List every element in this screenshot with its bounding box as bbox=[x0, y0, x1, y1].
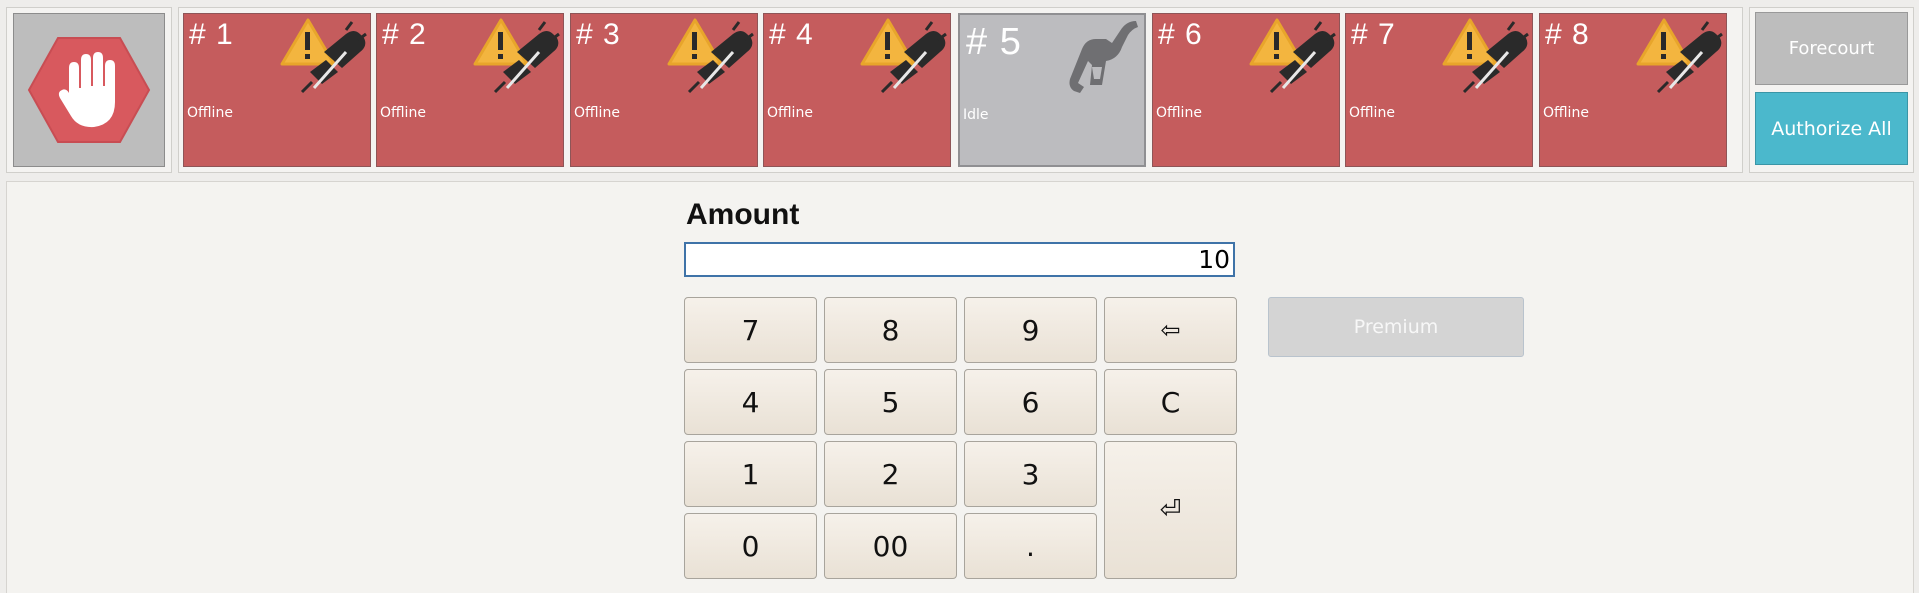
pump-7-button[interactable]: # 7 Offline bbox=[1345, 13, 1533, 167]
key-8-button[interactable]: 8 bbox=[824, 297, 957, 363]
pump-4-button[interactable]: # 4 Offline bbox=[763, 13, 951, 167]
forecourt-actions-panel: Forecourt Authorize All bbox=[1749, 7, 1914, 173]
offline-warning-plug-icon bbox=[1442, 18, 1529, 94]
pump-status: Offline bbox=[380, 105, 426, 121]
pump-number: # 3 bbox=[576, 18, 621, 51]
key-7-button[interactable]: 7 bbox=[684, 297, 817, 363]
key-5-button[interactable]: 5 bbox=[824, 369, 957, 435]
pump-2-button[interactable]: # 2 Offline bbox=[376, 13, 564, 167]
pump-number: # 5 bbox=[966, 21, 1022, 63]
pump-number: # 1 bbox=[189, 18, 234, 51]
pump-status: Idle bbox=[963, 107, 989, 123]
pump-number: # 6 bbox=[1158, 18, 1203, 51]
key-1-button[interactable]: 1 bbox=[684, 441, 817, 507]
enter-button[interactable]: ⏎ bbox=[1104, 441, 1237, 579]
backspace-button[interactable]: ⇦ bbox=[1104, 297, 1237, 363]
offline-warning-plug-icon bbox=[1636, 18, 1723, 94]
pump-status: Offline bbox=[1543, 105, 1589, 121]
decimal-point-button[interactable]: . bbox=[964, 513, 1097, 579]
offline-warning-plug-icon bbox=[860, 18, 947, 94]
pump-status: Offline bbox=[1349, 105, 1395, 121]
pump-6-button[interactable]: # 6 Offline bbox=[1152, 13, 1340, 167]
pump-8-button[interactable]: # 8 Offline bbox=[1539, 13, 1727, 167]
fuel-nozzle-icon bbox=[1069, 21, 1138, 93]
offline-warning-plug-icon bbox=[667, 18, 754, 94]
key-6-button[interactable]: 6 bbox=[964, 369, 1097, 435]
pump-status: Offline bbox=[187, 105, 233, 121]
pumps-panel: # 1 Offline # 2 Offline # 3 Offline # 4 … bbox=[178, 7, 1743, 173]
offline-warning-plug-icon bbox=[473, 18, 560, 94]
stop-panel bbox=[6, 7, 172, 173]
pump-status: Offline bbox=[767, 105, 813, 121]
key-4-button[interactable]: 4 bbox=[684, 369, 817, 435]
pump-number: # 4 bbox=[769, 18, 814, 51]
stop-hand-icon bbox=[27, 37, 151, 143]
pump-number: # 7 bbox=[1351, 18, 1396, 51]
pump-number: # 8 bbox=[1545, 18, 1590, 51]
key-0-button[interactable]: 0 bbox=[684, 513, 817, 579]
key-3-button[interactable]: 3 bbox=[964, 441, 1097, 507]
pump-3-button[interactable]: # 3 Offline bbox=[570, 13, 758, 167]
premium-grade-button[interactable]: Premium bbox=[1268, 297, 1524, 357]
offline-warning-plug-icon bbox=[1249, 18, 1336, 94]
key-2-button[interactable]: 2 bbox=[824, 441, 957, 507]
amount-input[interactable] bbox=[684, 242, 1235, 277]
amount-label: Amount bbox=[686, 198, 800, 231]
clear-button[interactable]: C bbox=[1104, 369, 1237, 435]
pump-status: Offline bbox=[574, 105, 620, 121]
offline-warning-plug-icon bbox=[280, 18, 367, 94]
pump-5-button[interactable]: # 5 Idle bbox=[958, 13, 1146, 167]
key-00-button[interactable]: 00 bbox=[824, 513, 957, 579]
key-9-button[interactable]: 9 bbox=[964, 297, 1097, 363]
authorize-all-button[interactable]: Authorize All bbox=[1755, 92, 1908, 165]
emergency-stop-button[interactable] bbox=[13, 13, 165, 167]
top-bar: # 1 Offline # 2 Offline # 3 Offline # 4 … bbox=[0, 0, 1919, 178]
pump-number: # 2 bbox=[382, 18, 427, 51]
forecourt-button[interactable]: Forecourt bbox=[1755, 12, 1908, 85]
pump-status: Offline bbox=[1156, 105, 1202, 121]
pump-1-button[interactable]: # 1 Offline bbox=[183, 13, 371, 167]
